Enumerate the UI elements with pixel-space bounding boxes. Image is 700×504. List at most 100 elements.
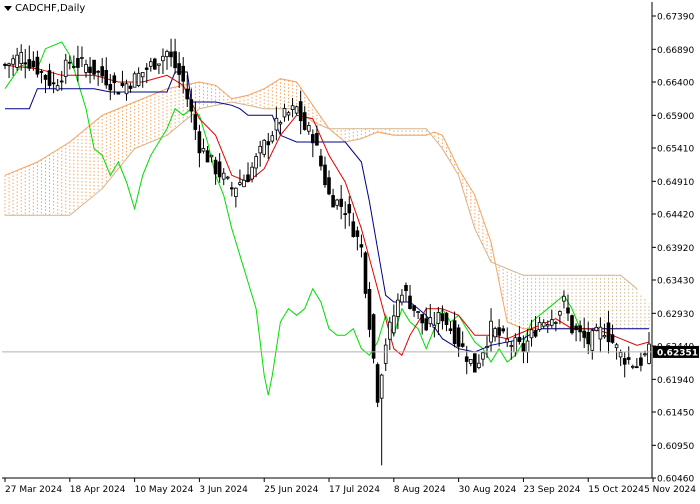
candle-bearish: [31, 60, 36, 68]
chart: 0.67390 0.66890 0.66400 0.65900 0.65410 0.649…: [0, 0, 700, 500]
time-tick-label: 8 Aug 2024: [394, 485, 446, 495]
candle-bearish: [622, 358, 627, 365]
time-tick-label: 10 May 2024: [135, 485, 194, 495]
candle-bearish: [173, 51, 177, 69]
candle-bullish: [509, 345, 514, 347]
candle-bearish: [578, 325, 582, 333]
time-tick-label: 27 Mar 2024: [5, 485, 62, 495]
candle-bullish: [598, 326, 603, 340]
candle-bearish: [51, 82, 56, 85]
price-tick-label: 0.67390: [657, 13, 694, 23]
candle-bearish: [375, 364, 380, 403]
candle-bullish: [165, 51, 169, 57]
price-tick-label: 0.64910: [657, 178, 694, 188]
candle-bullish: [140, 72, 145, 78]
candle-bullish: [234, 187, 238, 197]
price-tick-label: 0.60950: [657, 442, 694, 452]
candle-bearish: [610, 334, 615, 343]
candle-bearish: [460, 343, 465, 347]
candle-bearish: [444, 312, 449, 326]
candle-bearish: [497, 327, 501, 336]
candle-bearish: [566, 307, 570, 314]
candle-bearish: [331, 195, 335, 208]
candle-bearish: [72, 66, 76, 68]
candle-bearish: [533, 330, 538, 337]
candle-bearish: [185, 88, 190, 100]
candle-bearish: [88, 66, 92, 73]
candle-bullish: [477, 362, 481, 369]
candle-bearish: [347, 204, 352, 214]
candle-bearish: [521, 343, 526, 352]
candle-bearish: [412, 305, 416, 311]
time-tick-label: 3 Jun 2024: [199, 485, 248, 495]
candle-bullish: [148, 61, 153, 67]
candle-bullish: [432, 324, 437, 328]
candle-bearish: [197, 131, 202, 154]
candle-bearish: [359, 244, 364, 248]
candle-bearish: [315, 132, 319, 146]
current-price-label: 0.62351: [657, 348, 698, 358]
candle-bullish: [614, 344, 619, 349]
candle-bullish: [594, 326, 599, 331]
candle-bullish: [221, 172, 226, 180]
candle-bullish: [558, 311, 562, 316]
price-tick-label: 0.66400: [657, 79, 694, 89]
candle-bullish: [7, 63, 11, 66]
candle-bearish: [205, 150, 210, 163]
time-tick-label: 23 Sep 2024: [523, 485, 580, 495]
candle-bullish: [643, 353, 647, 356]
candle-bearish: [266, 141, 271, 146]
candle-bullish: [132, 73, 137, 88]
candle-bullish: [416, 311, 420, 314]
price-tick-label: 0.65900: [657, 112, 694, 122]
candle-bullish: [396, 299, 400, 317]
candle-bullish: [550, 319, 554, 326]
candle-bearish: [408, 295, 412, 310]
candle-bearish: [27, 59, 32, 69]
candle-bullish: [387, 321, 392, 340]
candle-bearish: [246, 174, 250, 182]
candle-bearish: [501, 328, 505, 332]
candle-bullish: [294, 106, 299, 114]
candle-bearish: [213, 159, 218, 175]
symbol-timeframe-text: CADCHF,Daily: [15, 3, 86, 14]
candle-bearish: [424, 318, 428, 331]
candle-bullish: [55, 85, 60, 91]
candle-bullish: [274, 117, 279, 131]
candle-bullish: [481, 352, 485, 360]
time-tick-label: 25 Jun 2024: [264, 485, 318, 495]
price-tick-label: 0.66890: [657, 46, 694, 56]
candle-bullish: [631, 365, 635, 368]
symbol-label[interactable]: CADCHF,Daily: [4, 3, 85, 14]
candle-bearish: [177, 63, 181, 75]
candle-bearish: [574, 325, 578, 331]
candle-bearish: [169, 51, 173, 58]
candle-bearish: [319, 155, 323, 167]
candle-bearish: [448, 328, 453, 331]
candle-bearish: [193, 114, 198, 130]
candle-bearish: [128, 85, 133, 89]
candle-bullish: [290, 105, 295, 110]
candle-bearish: [100, 66, 105, 77]
candle-bullish: [15, 54, 19, 68]
candle-bearish: [302, 112, 307, 130]
candle-bullish: [529, 329, 534, 339]
chart-canvas: 0.67390 0.66890 0.66400 0.65900 0.65410 0.649…: [0, 0, 700, 500]
candle-bullish: [157, 63, 161, 66]
candle-bullish: [513, 337, 518, 353]
candle-bearish: [35, 56, 40, 75]
candle-bullish: [209, 154, 214, 158]
candle-bullish: [545, 324, 550, 327]
price-tick-label: 0.63920: [657, 244, 694, 254]
candle-bearish: [68, 61, 72, 64]
candle-bullish: [562, 295, 566, 302]
candle-bearish: [104, 70, 109, 86]
dropdown-arrow-icon[interactable]: [4, 6, 12, 11]
candle-bullish: [379, 374, 384, 399]
candle-bullish: [250, 166, 254, 180]
candle-bearish: [144, 67, 149, 70]
candle-bearish: [323, 164, 327, 186]
candle-bullish: [80, 57, 84, 59]
candle-bullish: [262, 139, 266, 155]
candle-bullish: [436, 312, 441, 324]
